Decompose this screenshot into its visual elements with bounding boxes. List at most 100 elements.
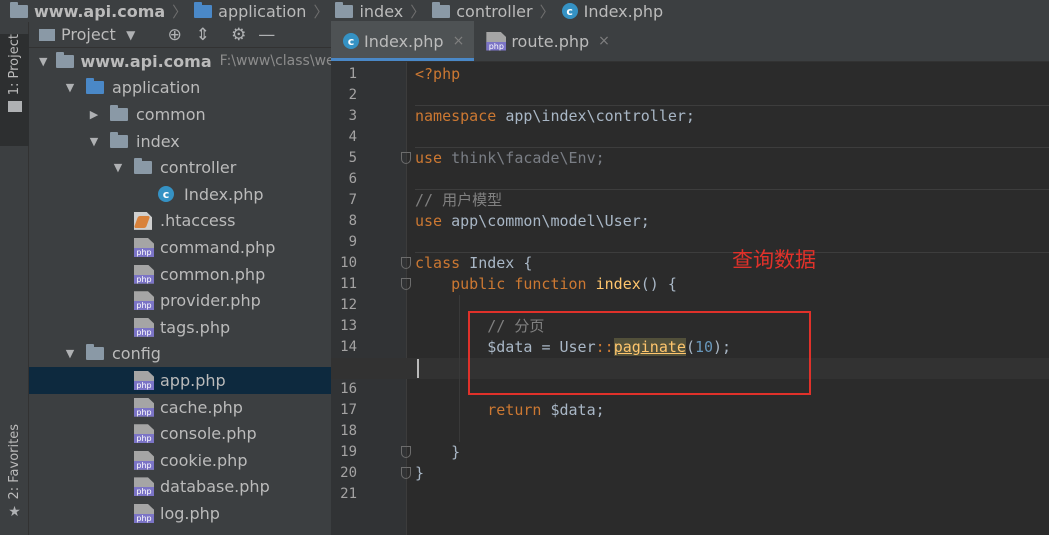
tree-item[interactable]: ▼command.php <box>29 234 331 261</box>
close-icon[interactable]: × <box>453 33 465 49</box>
php-file-icon <box>134 264 154 284</box>
code-line[interactable]: // 用户模型 <box>415 190 502 211</box>
tab-index-php[interactable]: c Index.php × <box>331 21 475 61</box>
collapse-arrow-icon[interactable]: ▼ <box>87 135 101 148</box>
tool-window-strip: 1: Project 2: Favorites ★ <box>0 22 29 535</box>
code-token: app\common\model\User; <box>451 212 650 230</box>
code-line[interactable]: use think\facade\Env; <box>415 148 605 169</box>
tree-item[interactable]: ▼database.php <box>29 474 331 501</box>
tab-label: route.php <box>511 31 590 51</box>
locate-icon[interactable]: ⊕ <box>164 24 186 46</box>
collapse-arrow-icon[interactable]: ▼ <box>111 161 125 174</box>
tree-item-label: common <box>136 104 206 124</box>
code-token: namespace <box>415 107 506 125</box>
line-number: 10 <box>340 255 357 271</box>
tree-item-icon <box>86 78 106 95</box>
folder-icon <box>194 1 213 18</box>
tree-item[interactable]: ▼console.php <box>29 420 331 447</box>
code-line[interactable]: } <box>415 442 460 463</box>
tab-route-php[interactable]: route.php × <box>474 21 620 61</box>
editor-tab-bar: c Index.php × route.php × <box>331 21 1049 62</box>
code-token: return <box>415 401 551 419</box>
expand-arrow-icon[interactable]: ▶ <box>87 108 101 121</box>
tree-item[interactable]: ▼ controller <box>29 154 331 181</box>
tree-item[interactable]: ▶ common <box>29 101 331 128</box>
tree-item[interactable]: ▼ index <box>29 128 331 155</box>
tree-item[interactable]: ▼tags.php <box>29 314 331 341</box>
hide-panel-icon[interactable]: — <box>256 24 278 46</box>
favorites-tool-tab[interactable]: 2: Favorites ★ <box>0 424 29 534</box>
tree-item-icon <box>134 317 154 337</box>
breadcrumb-item-controller[interactable]: controller <box>432 1 533 21</box>
tree-item-label: cache.php <box>160 397 243 417</box>
tree-item[interactable]: ▼provider.php <box>29 287 331 314</box>
project-view-selector[interactable]: Project <box>61 25 116 44</box>
collapse-arrow-icon[interactable]: ▼ <box>63 347 77 360</box>
fold-marker-icon[interactable] <box>401 446 411 458</box>
code-line[interactable]: } <box>415 463 424 484</box>
tree-item[interactable]: ▼cookie.php <box>29 447 331 474</box>
gear-icon[interactable]: ⚙ <box>228 24 250 46</box>
code-token: use <box>415 149 452 167</box>
tree-item-icon <box>56 51 75 68</box>
code-editor[interactable]: 123456789101112131415161718192021 <?php n… <box>331 62 1049 535</box>
tree-item-icon <box>134 370 154 390</box>
tree-item-label: cookie.php <box>160 450 248 470</box>
code-line[interactable]: <?php <box>415 64 460 85</box>
tree-item-icon <box>134 477 154 497</box>
php-class-icon: c <box>561 3 578 19</box>
code-line[interactable]: namespace app\index\controller; <box>415 106 695 127</box>
code-line[interactable]: return $data; <box>415 400 605 421</box>
breadcrumb: www.api.coma 〉 application 〉 index 〉 con… <box>0 0 1049 22</box>
tree-item[interactable]: ▼cIndex.php <box>29 181 331 208</box>
line-number-gutter: 123456789101112131415161718192021 <box>331 62 411 535</box>
project-tool-tab[interactable]: 1: Project <box>0 34 29 146</box>
collapse-arrow-icon[interactable]: ▼ <box>39 55 47 68</box>
code-token: <?php <box>415 65 461 83</box>
breadcrumb-label: Index.php <box>583 1 664 21</box>
code-line[interactable]: public function index() { <box>415 274 677 295</box>
tree-item[interactable]: ▼app.php <box>29 367 331 394</box>
tree-item[interactable]: ▼ application <box>29 75 331 102</box>
tree-item[interactable]: ▼cache.php <box>29 394 331 421</box>
tree-item-icon <box>134 211 154 230</box>
breadcrumb-item-index[interactable]: index <box>335 1 403 21</box>
line-number: 5 <box>348 150 357 166</box>
tree-item-label: tags.php <box>160 317 231 337</box>
tree-item-label: www.api.coma <box>80 51 212 71</box>
php-file-icon <box>134 370 154 390</box>
breadcrumb-label: controller <box>456 1 533 21</box>
fold-marker-icon[interactable] <box>401 467 411 479</box>
project-panel: Project ▼ ⊕ ⇕ ⚙ — ▼ www.api.coma F:\www\cl… <box>29 22 359 535</box>
tree-item[interactable]: ▼log.php <box>29 500 331 527</box>
method-separator <box>415 189 1049 190</box>
code-token: $data; <box>550 401 605 419</box>
fold-marker-icon[interactable] <box>401 257 411 269</box>
php-file-icon <box>134 317 154 337</box>
code-line[interactable]: class Index { <box>415 253 532 274</box>
tree-item[interactable]: ▼ config <box>29 341 331 368</box>
tree-item-label: provider.php <box>160 291 261 311</box>
close-icon[interactable]: × <box>598 33 610 49</box>
tree-item[interactable]: ▼common.php <box>29 261 331 288</box>
tree-item[interactable]: ▼ www.api.coma F:\www\class\we <box>29 48 335 75</box>
chevron-down-icon[interactable]: ▼ <box>120 24 142 46</box>
fold-marker-icon[interactable] <box>401 152 411 164</box>
code-token: Index { <box>469 254 533 272</box>
code-line[interactable]: use app\common\model\User; <box>415 211 650 232</box>
php-file-icon <box>486 31 507 51</box>
tree-item-icon <box>134 291 154 311</box>
breadcrumb-label: www.api.coma <box>34 1 166 21</box>
collapse-arrow-icon[interactable]: ▼ <box>63 81 77 94</box>
breadcrumb-item-application[interactable]: application <box>194 1 306 21</box>
folder-icon <box>110 131 128 148</box>
breadcrumb-item-project[interactable]: www.api.coma <box>10 1 166 21</box>
tree-item-icon <box>134 424 154 444</box>
tree-item[interactable]: ▼.htaccess <box>29 208 331 235</box>
breadcrumb-item-file[interactable]: c Index.php <box>561 1 664 21</box>
fold-marker-icon[interactable] <box>401 278 411 290</box>
tab-label: Index.php <box>364 31 444 51</box>
favorites-tool-label: 2: Favorites <box>7 424 22 500</box>
collapse-all-icon[interactable]: ⇕ <box>192 24 214 46</box>
folder-icon <box>86 344 104 361</box>
